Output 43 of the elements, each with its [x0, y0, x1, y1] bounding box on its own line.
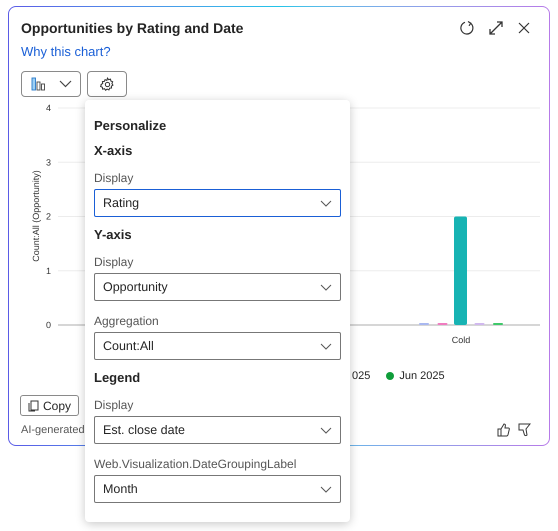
field-label: Aggregation	[94, 313, 160, 327]
settings-icon	[100, 76, 114, 92]
x-tick-label: Cold	[452, 335, 470, 345]
y-axis-title: Count:All (Opportunity)	[31, 170, 41, 262]
field-label: Display	[94, 254, 134, 268]
copy-icon	[28, 400, 39, 412]
expand-icon[interactable]	[488, 20, 504, 36]
section-heading: Legend	[94, 369, 142, 385]
dropdown[interactable]: Est. close date	[94, 416, 341, 444]
dropdown[interactable]: Month	[94, 475, 341, 503]
y-tick-label: 0	[46, 320, 51, 330]
refresh-icon[interactable]	[459, 20, 475, 36]
chevron-down-icon	[320, 284, 332, 290]
settings-button[interactable]	[87, 71, 127, 97]
thumbs-up-icon[interactable]	[497, 423, 510, 437]
legend-label: Jun 2025	[399, 368, 445, 384]
thumbs-down-icon[interactable]	[518, 423, 531, 437]
copy-button[interactable]: Copy	[20, 395, 80, 416]
field-label: Display	[94, 397, 134, 411]
chevron-down-icon	[320, 342, 332, 350]
section-heading: Y-axis	[94, 226, 133, 242]
chevron-down-icon	[58, 80, 72, 88]
y-tick-label: 2	[46, 212, 51, 222]
dropdown[interactable]: Rating	[94, 189, 341, 217]
section-heading: X-axis	[94, 142, 134, 158]
field-label: Display	[94, 170, 134, 184]
y-tick-label: 3	[46, 157, 51, 168]
dropdown[interactable]: Opportunity	[94, 273, 341, 301]
y-tick-label: 1	[46, 266, 51, 276]
chevron-down-icon	[320, 200, 332, 206]
chevron-down-icon	[320, 486, 332, 492]
dropdown[interactable]: Count:All	[94, 332, 341, 360]
y-tick-label: 4	[46, 103, 51, 113]
ai-generated-note: AI-generated	[21, 422, 85, 438]
bar-chart-icon	[30, 77, 46, 91]
chevron-down-icon	[320, 426, 332, 434]
field-label: Web.Visualization.DateGroupingLabel	[94, 456, 298, 470]
legend-label: 025	[352, 368, 370, 384]
close-icon[interactable]	[517, 21, 531, 35]
chart-type-button[interactable]	[21, 71, 81, 97]
card-title: Opportunities by Rating and Date	[21, 18, 244, 38]
why-this-chart-link[interactable]: Why this chart?	[21, 42, 111, 62]
panel-title: Personalize	[94, 117, 168, 133]
